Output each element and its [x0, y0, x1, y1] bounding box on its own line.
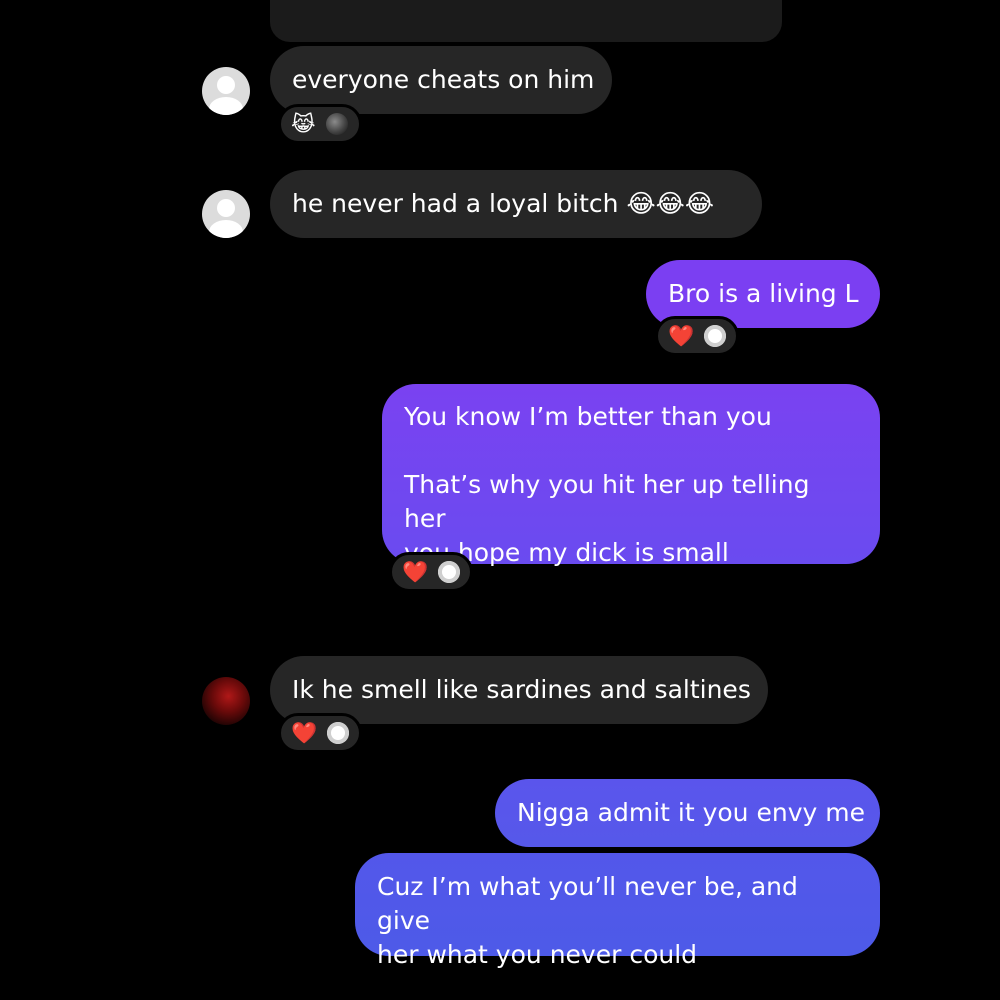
message-text: Bro is a living L: [668, 279, 859, 308]
message-text: Nigga admit it you envy me: [517, 798, 865, 827]
avatar-body-icon: [209, 97, 243, 115]
sender-avatar[interactable]: [202, 190, 250, 238]
message-text: Ik he smell like sardines and saltines: [292, 675, 751, 704]
reactor-avatar-icon: [325, 113, 348, 135]
reaction-bar[interactable]: 😹: [278, 104, 362, 144]
incoming-message-bubble[interactable]: he never had a loyal bitch 😂😂😂: [270, 170, 762, 238]
outgoing-message-bubble[interactable]: You know I’m better than you That’s why …: [382, 384, 880, 567]
message-line: That’s why you hit her up telling her: [404, 470, 810, 533]
avatar-body-icon: [209, 220, 243, 238]
reactor-avatar-icon: [438, 561, 460, 583]
heart-emoji: ❤️: [291, 720, 318, 745]
message-line: You know I’m better than you: [404, 402, 772, 431]
sender-avatar[interactable]: [202, 67, 250, 115]
message-text: everyone cheats on him: [292, 65, 595, 94]
crying-cat-emoji: 😹: [291, 111, 316, 136]
sender-photo-avatar[interactable]: [202, 677, 250, 725]
message-line: her what you never could: [377, 940, 698, 969]
message-line: you hope my dick is small: [404, 538, 729, 567]
reaction-bar[interactable]: ❤️: [389, 552, 473, 592]
heart-emoji: ❤️: [402, 559, 429, 584]
outgoing-message-bubble[interactable]: Nigga admit it you envy me: [495, 779, 880, 847]
heart-emoji: ❤️: [668, 323, 695, 348]
reaction-bar[interactable]: ❤️: [655, 316, 739, 356]
outgoing-message-bubble[interactable]: Cuz I’m what you’ll never be, and give h…: [355, 853, 880, 969]
message-text: he never had a loyal bitch 😂😂😂: [292, 189, 715, 218]
reactor-avatar-icon: [704, 325, 726, 347]
avatar-head-icon: [217, 76, 235, 94]
avatar-head-icon: [217, 199, 235, 217]
message-line: Cuz I’m what you’ll never be, and give: [377, 872, 798, 935]
previous-message-edge: [270, 0, 782, 42]
reaction-bar[interactable]: ❤️: [278, 713, 362, 753]
reactor-avatar-icon: [327, 722, 349, 744]
